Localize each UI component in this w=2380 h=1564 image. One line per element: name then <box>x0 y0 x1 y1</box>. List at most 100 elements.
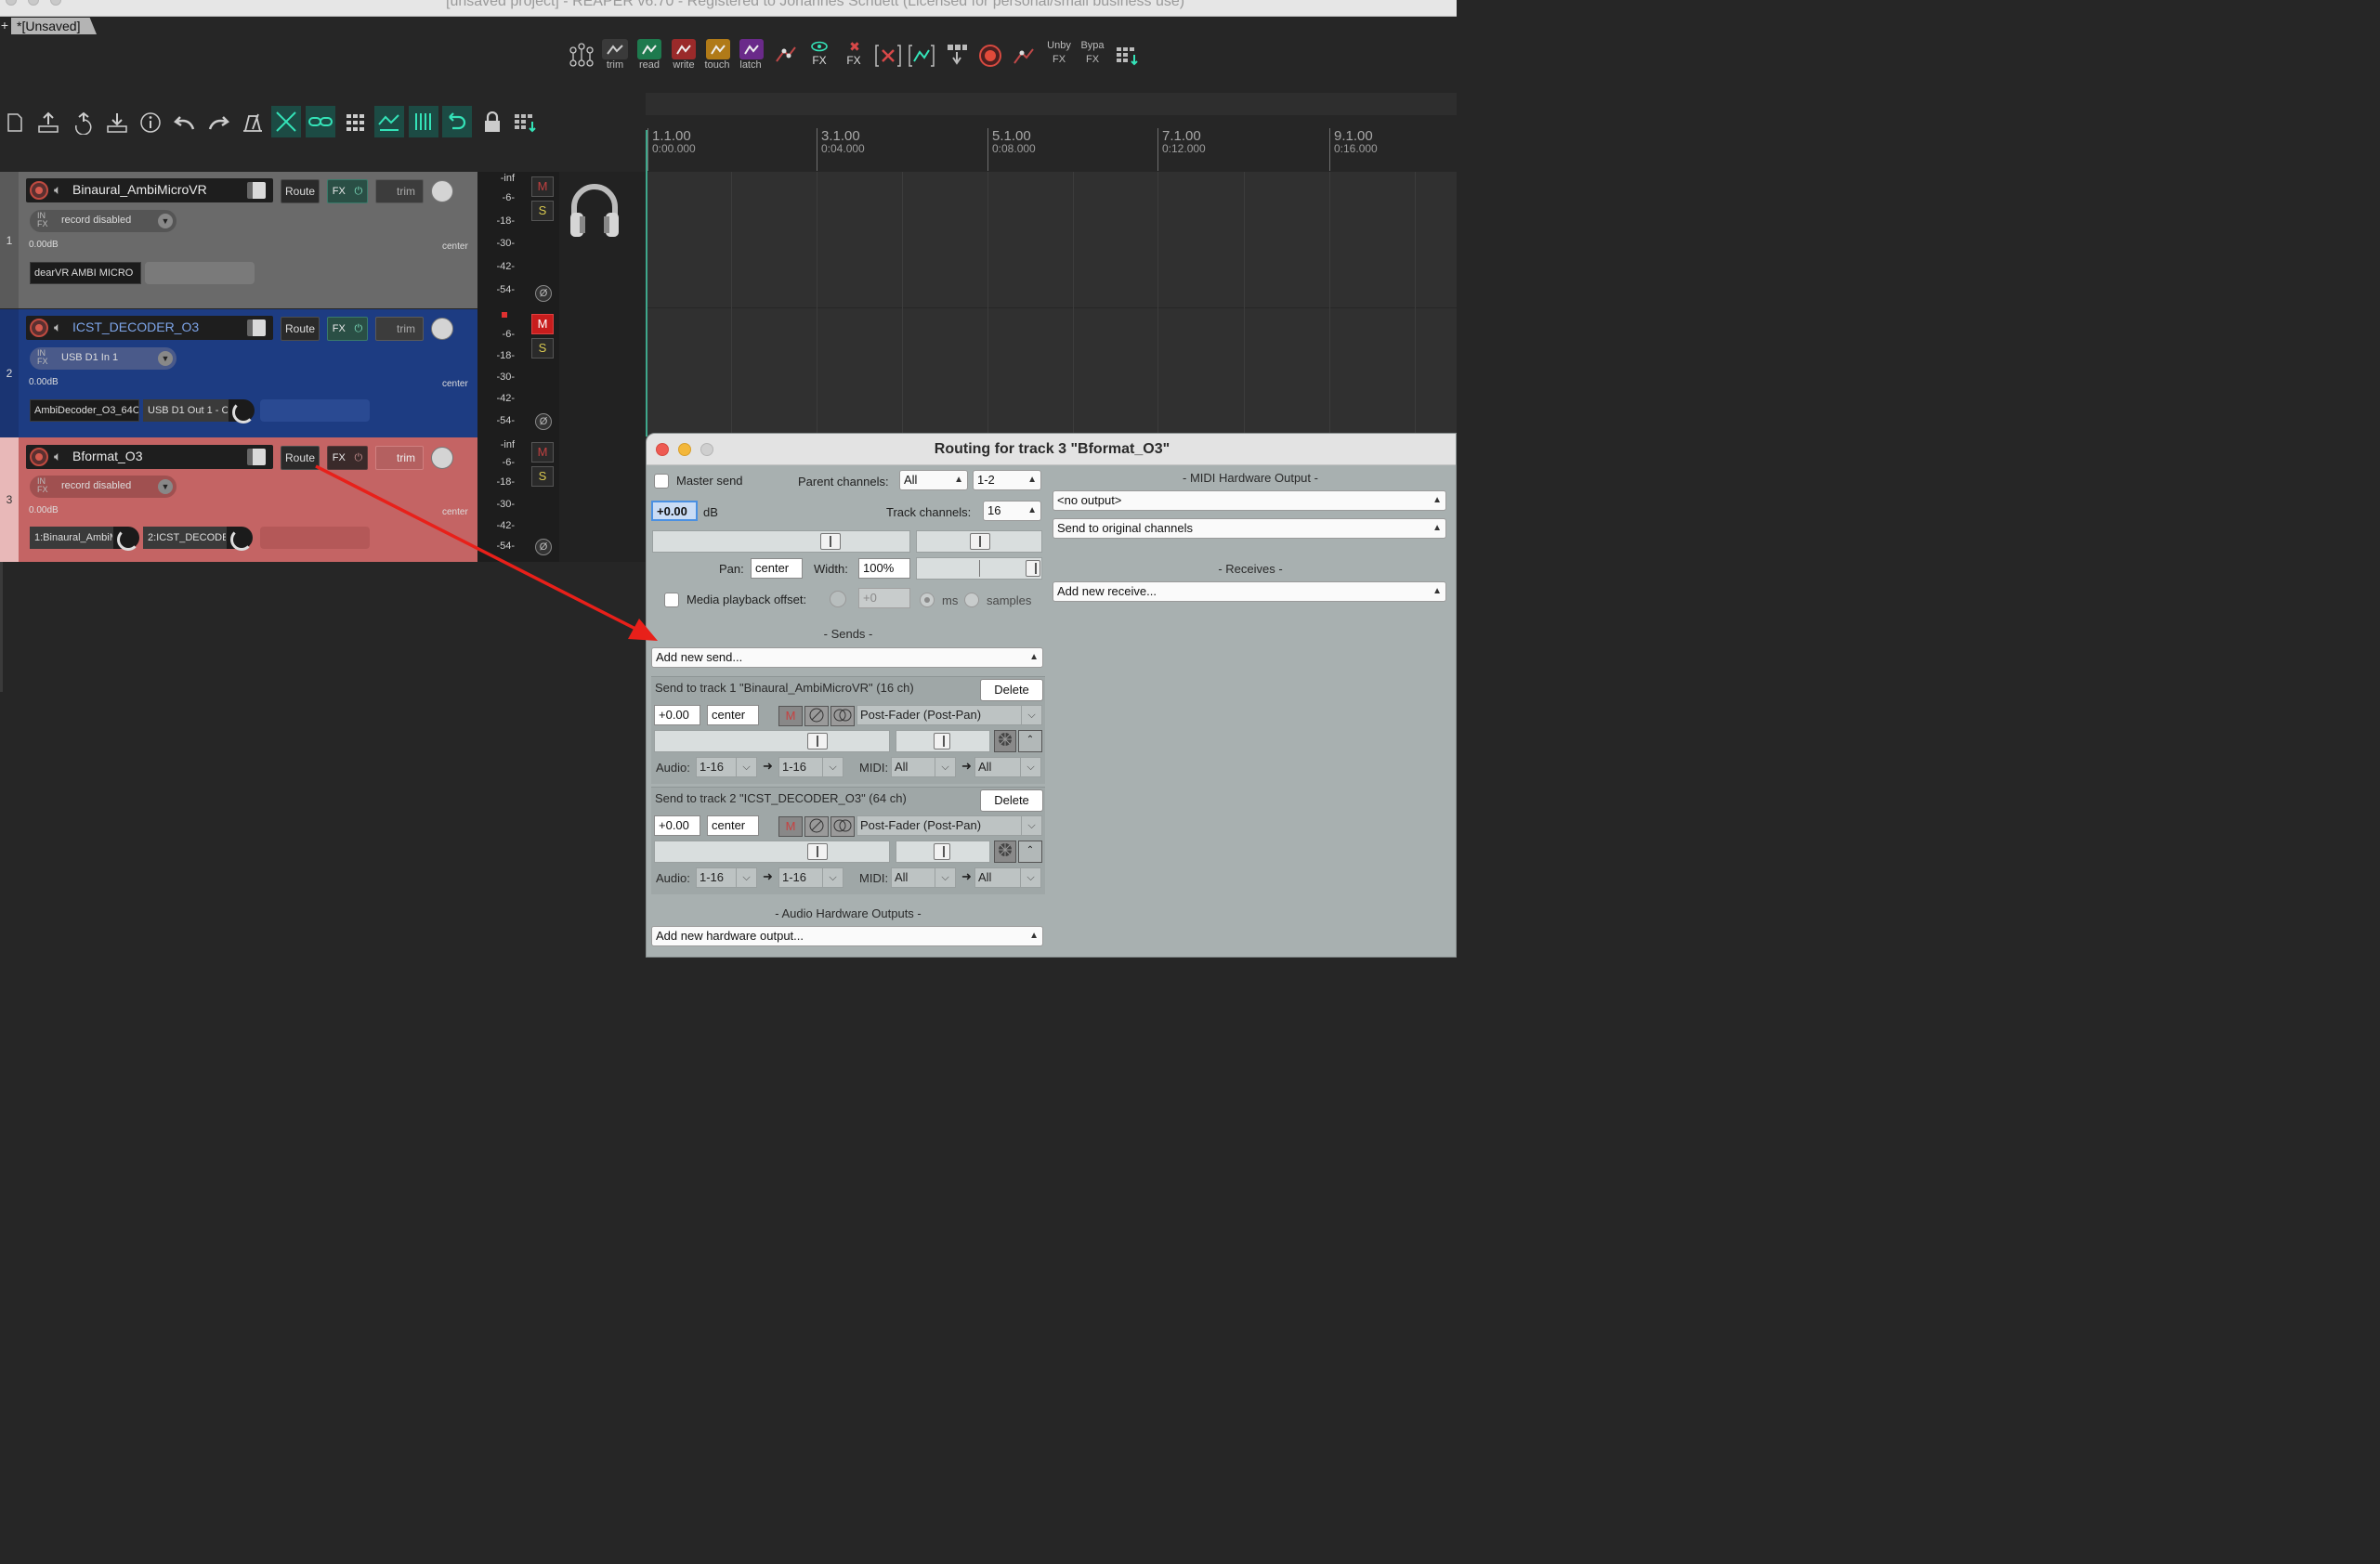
midi-channels-select[interactable]: Send to original channels ▲ <box>1053 518 1446 539</box>
add-send-select[interactable]: Add new send... ▲ <box>651 647 1043 668</box>
track-lane[interactable] <box>646 308 1457 437</box>
track-name-field[interactable]: 🔈︎ Binaural_AmbiMicroVR <box>26 178 273 202</box>
track-pan-slider[interactable] <box>916 530 1042 553</box>
audio-source-select[interactable]: 1-16 ⌵ <box>696 757 757 777</box>
write-mode-icon[interactable] <box>672 39 696 59</box>
redo-icon[interactable] <box>204 108 234 137</box>
timeline-ruler[interactable]: 1.1.00 0:00.000 3.1.00 0:04.000 5.1.00 0:08… <box>646 128 1457 171</box>
phase-invert-button[interactable]: Ø <box>535 413 552 430</box>
volume-fader-handle[interactable] <box>247 449 266 465</box>
project-info-icon[interactable] <box>136 108 165 137</box>
input-selector[interactable]: IN FX record disabled ▼ <box>30 210 177 232</box>
delete-send-button[interactable]: Delete <box>980 789 1043 812</box>
send-mono-stereo-button[interactable] <box>830 706 855 726</box>
fx-slot[interactable]: AmbiDecoder_O3_64CH <box>30 399 139 422</box>
send-volume-knob[interactable] <box>227 527 253 551</box>
input-selector[interactable]: IN FX record disabled ▼ <box>30 476 177 498</box>
project-tab[interactable]: *[Unsaved] <box>11 18 97 34</box>
show-fx-eye-icon[interactable] <box>804 37 834 56</box>
send-mute-button[interactable]: M <box>778 706 803 726</box>
hw-output-volume-knob[interactable] <box>229 399 255 424</box>
trim-button[interactable]: trim <box>375 317 424 341</box>
new-project-icon[interactable] <box>0 108 30 137</box>
width-slider[interactable] <box>916 557 1042 580</box>
ripple-edit-icon[interactable] <box>271 106 301 137</box>
timeline-scroll-bar[interactable] <box>646 93 1457 115</box>
add-receive-select[interactable]: Add new receive... ▲ <box>1053 581 1446 602</box>
speaker-icon[interactable]: 🔈︎ <box>54 319 61 335</box>
send-volume-input[interactable]: +0.00 <box>654 705 700 725</box>
loop-repeat-icon[interactable] <box>442 106 472 137</box>
audio-dest-select[interactable]: 1-16 ⌵ <box>778 867 843 888</box>
send-envelope-icon[interactable] <box>994 730 1016 752</box>
clip-indicator[interactable] <box>502 312 507 318</box>
midi-source-select[interactable]: All ⌵ <box>891 867 956 888</box>
hide-fx-x-icon[interactable]: ✖ <box>840 37 870 56</box>
slider-thumb[interactable] <box>934 843 950 860</box>
item-grouping-icon[interactable] <box>306 106 335 137</box>
track-number[interactable]: 2 <box>0 309 19 437</box>
fx-slot-empty[interactable] <box>260 527 370 549</box>
track-number[interactable]: 1 <box>0 172 19 308</box>
audio-source-select[interactable]: 1-16 ⌵ <box>696 867 757 888</box>
width-input[interactable]: 100% <box>858 558 910 579</box>
trim-mode-icon[interactable] <box>602 39 628 59</box>
solo-button[interactable]: S <box>531 201 554 221</box>
ms-radio[interactable] <box>920 593 935 607</box>
track-3[interactable]: 3 🔈︎ Bformat_O3 Route FX ⏻ trim IN FX reco… <box>0 437 477 562</box>
envelope-bezier-icon[interactable] <box>1009 41 1039 71</box>
media-offset-checkbox[interactable] <box>664 593 679 607</box>
fx-power-icon[interactable]: ⏻ <box>354 452 362 464</box>
send-pan-slider[interactable] <box>896 730 990 752</box>
pan-knob[interactable] <box>431 447 453 469</box>
track-volume-input[interactable]: +0.00 <box>651 501 698 521</box>
send-slot[interactable]: 1:Binaural_AmbiMic <box>30 527 113 549</box>
lock-icon[interactable] <box>477 108 507 137</box>
send-volume-slider[interactable] <box>654 841 890 863</box>
routing-window-titlebar[interactable]: Routing for track 3 "Bformat_O3" <box>647 434 1456 465</box>
slider-thumb[interactable] <box>970 533 990 550</box>
slider-thumb[interactable] <box>820 533 841 550</box>
track-name[interactable]: Bformat_O3 <box>72 449 142 463</box>
send-volume-knob[interactable] <box>113 527 139 551</box>
samples-radio[interactable] <box>964 593 979 607</box>
chevron-down-icon[interactable]: ▼ <box>158 351 173 366</box>
pan-knob[interactable] <box>431 180 453 202</box>
solo-button[interactable]: S <box>531 338 554 358</box>
route-button[interactable]: Route <box>281 317 320 341</box>
slider-thumb[interactable] <box>1026 560 1040 577</box>
grid-icon[interactable] <box>341 108 371 137</box>
toolbar-menu-icon[interactable] <box>1113 41 1143 71</box>
add-envelope-icon[interactable] <box>907 41 936 71</box>
send-trim-icon[interactable]: ⌃ <box>1018 841 1042 863</box>
track-name[interactable]: ICST_DECODER_O3 <box>72 319 199 334</box>
tcp-scrollbar[interactable] <box>0 562 3 692</box>
slider-thumb[interactable] <box>807 733 828 749</box>
route-button[interactable]: Route <box>281 179 320 203</box>
slider-thumb[interactable] <box>807 843 828 860</box>
fx-power-icon[interactable]: ⏻ <box>354 323 362 335</box>
mute-button[interactable]: M <box>531 176 554 197</box>
envelope-move-icon[interactable] <box>374 106 404 137</box>
chevron-down-icon[interactable]: ▼ <box>158 214 173 228</box>
send-mono-stereo-button[interactable] <box>830 816 855 837</box>
track-name[interactable]: Binaural_AmbiMicroVR <box>72 182 207 197</box>
send-mode-select[interactable]: Post-Fader (Post-Pan) ⌵ <box>857 815 1042 836</box>
fx-button[interactable]: FX ⏻ <box>327 446 368 470</box>
window-zoom-button[interactable] <box>50 0 61 6</box>
pan-input[interactable]: center <box>751 558 803 579</box>
fx-slot-empty[interactable] <box>260 399 370 422</box>
record-arm-button[interactable] <box>30 181 48 200</box>
hw-output-slot[interactable]: USB D1 Out 1 - Cha <box>143 399 229 422</box>
track-name-field[interactable]: 🔈︎ ICST_DECODER_O3 <box>26 316 273 340</box>
phase-invert-button[interactable]: Ø <box>535 539 552 555</box>
solo-button[interactable]: S <box>531 466 554 487</box>
open-project-icon[interactable] <box>33 108 63 137</box>
undo-icon[interactable] <box>169 108 199 137</box>
envelope-tree-icon[interactable] <box>567 41 596 71</box>
midi-dest-select[interactable]: All ⌵ <box>974 757 1041 777</box>
volume-fader-handle[interactable] <box>247 319 266 336</box>
track-number[interactable]: 3 <box>0 437 19 562</box>
parent-channels-range-select[interactable]: 1-2 ▲ <box>973 470 1041 490</box>
media-offset-input[interactable]: +0 <box>858 588 910 608</box>
